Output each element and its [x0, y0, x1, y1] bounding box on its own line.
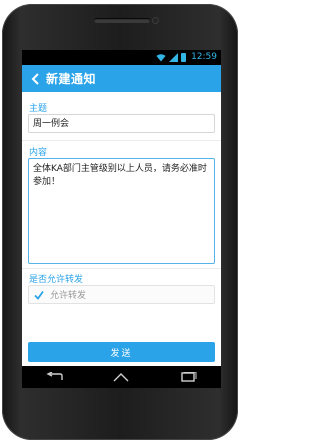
divider [22, 140, 221, 141]
checkmark-icon [34, 290, 44, 300]
status-icons: 12:59 [156, 50, 217, 65]
wifi-icon [156, 54, 166, 62]
subject-input[interactable]: 周一例会 [28, 114, 215, 133]
earpiece-speaker [94, 18, 150, 23]
status-bar: 12:59 [22, 50, 221, 65]
back-arrow-icon[interactable] [28, 72, 42, 86]
status-clock: 12:59 [191, 52, 217, 62]
allow-forward-label: 是否允许转发 [29, 275, 84, 285]
front-camera [152, 17, 159, 24]
allow-forward-checkbox[interactable]: 允许转发 [28, 285, 215, 304]
nav-back-icon[interactable] [43, 370, 67, 384]
signal-icon [169, 53, 179, 62]
phone-frame: 12:59 新建通知 主题 周一例会 内容 全体KA部门主管级别以上人员，请务必… [2, 4, 238, 440]
subject-label: 主题 [29, 104, 48, 114]
battery-icon [181, 53, 187, 62]
back-chevron-icon [31, 72, 39, 85]
content-textarea[interactable]: 全体KA部门主管级别以上人员，请务必准时参加！ [28, 158, 215, 264]
divider [22, 268, 221, 269]
send-button[interactable]: 发送 [28, 342, 215, 362]
allow-forward-option: 允许转发 [50, 291, 87, 301]
nav-home-icon[interactable] [109, 370, 133, 384]
page-title: 新建通知 [46, 72, 97, 86]
navigation-bar [22, 366, 221, 388]
screen: 12:59 新建通知 主题 周一例会 内容 全体KA部门主管级别以上人员，请务必… [22, 50, 221, 388]
nav-recents-icon[interactable] [176, 370, 200, 384]
action-bar: 新建通知 [22, 65, 221, 92]
content-label: 内容 [29, 148, 48, 158]
